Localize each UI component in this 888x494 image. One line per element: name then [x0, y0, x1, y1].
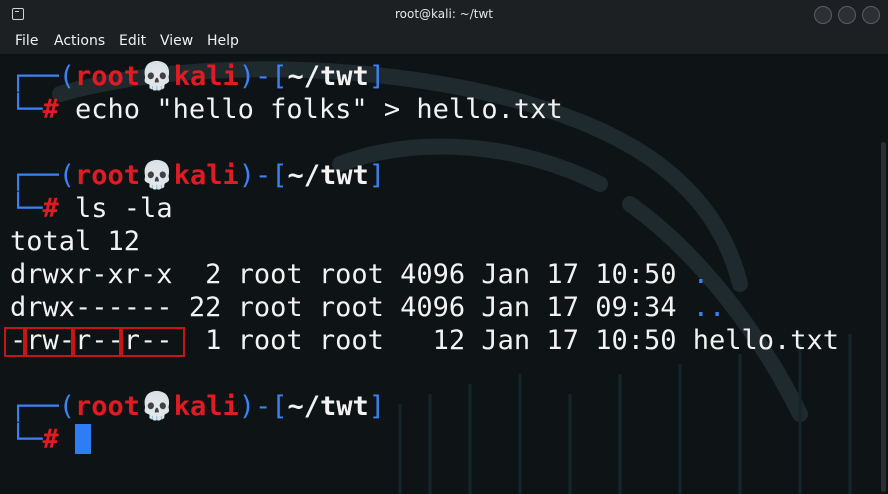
skull-icon: 💀	[140, 61, 174, 92]
listing-details: 2 root root 4096 Jan 17 10:50	[172, 259, 693, 290]
menu-help[interactable]: Help	[207, 33, 239, 49]
prompt-dir: ~/twt	[287, 160, 369, 191]
command-text: echo "hello folks" > hello.txt	[58, 94, 563, 125]
prompt-cont: └─	[10, 94, 43, 125]
prompt-close: ]	[368, 61, 386, 92]
prompt-cont: └─	[10, 424, 43, 455]
prompt-line: ┌──(root💀kali)-[~/twt]	[10, 159, 385, 192]
prompt-cont: └─	[10, 193, 43, 224]
prompt-hash: #	[42, 193, 59, 224]
listing-name: ..	[692, 292, 726, 323]
prompt-user: root	[75, 61, 141, 92]
prompt-open: ┌──(	[10, 391, 76, 422]
other-perm-highlight-box	[121, 327, 185, 357]
output-total: total 12	[10, 226, 141, 257]
menu-file[interactable]: File	[15, 33, 38, 49]
listing-details: 22 root root 4096 Jan 17 09:34	[172, 292, 693, 323]
listing-name: hello.txt	[692, 325, 840, 356]
scrollbar[interactable]	[881, 142, 886, 492]
menu-bar: File Actions Edit View Help	[0, 30, 888, 54]
prompt-host: kali	[173, 160, 239, 191]
menu-view[interactable]: View	[160, 33, 193, 49]
skull-icon: 💀	[140, 160, 174, 191]
command-text: ls -la	[58, 193, 173, 224]
prompt-close: ]	[368, 160, 386, 191]
text-cursor	[75, 424, 92, 454]
title-bar: root@kali: ~/twt	[0, 0, 888, 31]
command-line[interactable]: └─#	[10, 423, 92, 456]
group-perm-highlight-box	[73, 327, 121, 357]
prompt-hash: #	[42, 424, 59, 455]
command-line: └─# echo "hello folks" > hello.txt	[10, 93, 563, 126]
skull-icon: 💀	[140, 391, 174, 422]
terminal-window: root@kali: ~/twt File Actions Edit View …	[0, 0, 888, 494]
prompt-mid: )-[	[238, 61, 288, 92]
listing-name: .	[692, 259, 709, 290]
minimize-button[interactable]	[814, 6, 832, 24]
menu-edit[interactable]: Edit	[119, 33, 146, 49]
prompt-line: ┌──(root💀kali)-[~/twt]	[10, 60, 385, 93]
menu-actions[interactable]: Actions	[54, 33, 105, 49]
prompt-open: ┌──(	[10, 61, 76, 92]
prompt-user: root	[75, 391, 141, 422]
prompt-host: kali	[173, 61, 239, 92]
prompt-mid: )-[	[238, 160, 288, 191]
close-button[interactable]	[862, 6, 880, 24]
filetype-highlight-box	[4, 327, 25, 357]
prompt-mid: )-[	[238, 391, 288, 422]
prompt-line: ┌──(root💀kali)-[~/twt]	[10, 390, 385, 423]
prompt-hash: #	[42, 94, 59, 125]
prompt-user: root	[75, 160, 141, 191]
prompt-close: ]	[368, 391, 386, 422]
maximize-button[interactable]	[838, 6, 856, 24]
command-line: └─# ls -la	[10, 192, 173, 225]
prompt-open: ┌──(	[10, 160, 76, 191]
listing-perm: drwx------	[10, 292, 173, 323]
listing-row: drwx------ 22 root root 4096 Jan 17 09:3…	[10, 291, 725, 324]
prompt-host: kali	[173, 391, 239, 422]
window-title: root@kali: ~/twt	[395, 7, 493, 21]
listing-details: 1 root root 12 Jan 17 10:50	[172, 325, 693, 356]
listing-perm: drwxr-xr-x	[10, 259, 173, 290]
terminal-output-area[interactable]: ┌──(root💀kali)-[~/twt] └─# echo "hello f…	[0, 54, 888, 494]
prompt-dir: ~/twt	[287, 391, 369, 422]
listing-row: drwxr-xr-x 2 root root 4096 Jan 17 10:50…	[10, 258, 709, 291]
prompt-dir: ~/twt	[287, 61, 369, 92]
owner-perm-highlight-box	[25, 327, 73, 357]
